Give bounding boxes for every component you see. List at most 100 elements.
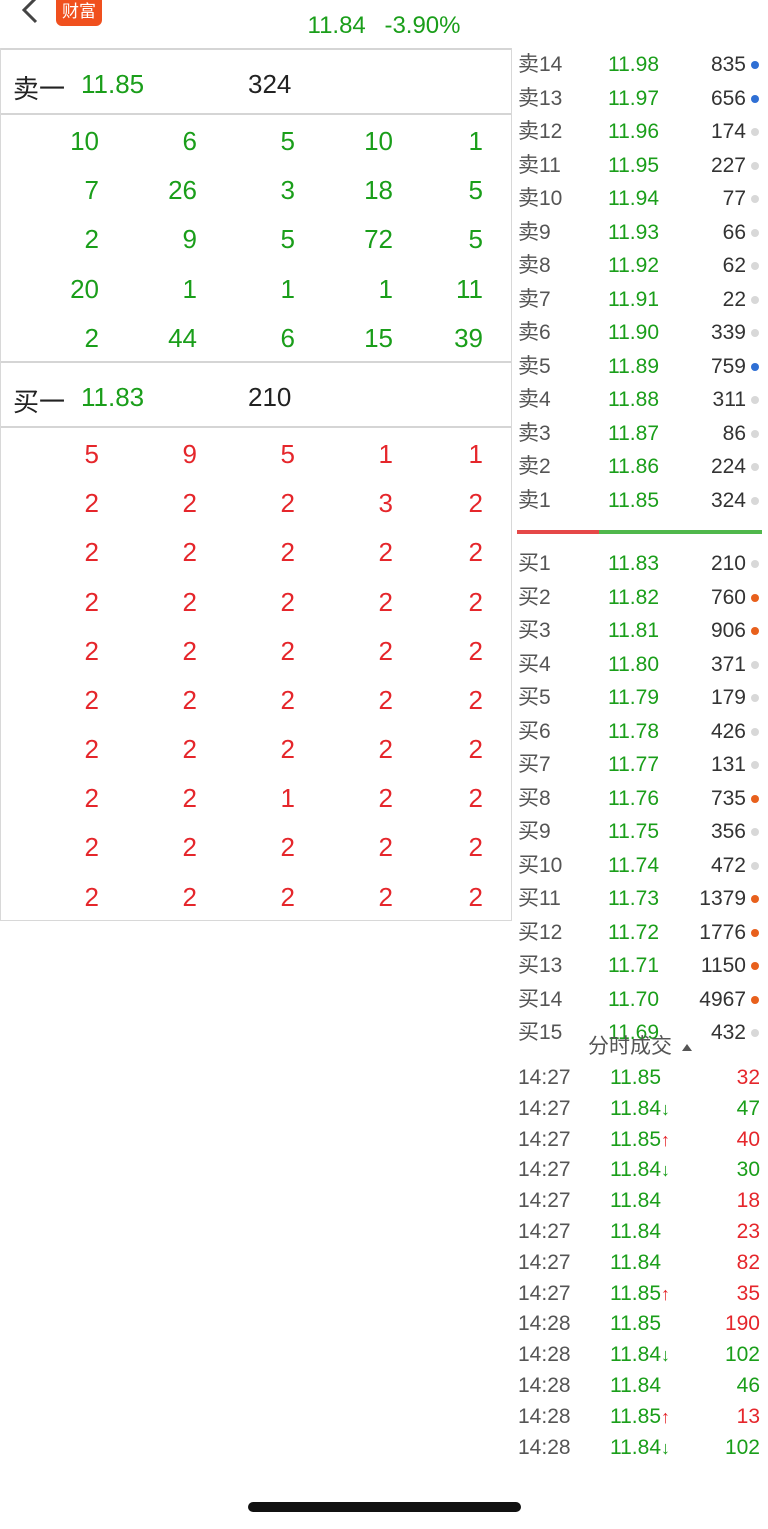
ladder-row[interactable]: 卖5 11.89 759 bbox=[512, 350, 768, 384]
queue-cell: 2 bbox=[280, 734, 295, 765]
ladder-row[interactable]: 卖6 11.90 339 bbox=[512, 316, 768, 350]
ladder-row[interactable]: 卖10 11.94 77 bbox=[512, 182, 768, 216]
status-dot-icon bbox=[751, 195, 759, 203]
ratio-bar-green bbox=[599, 530, 762, 534]
status-dot-icon bbox=[751, 627, 759, 635]
trade-time: 14:28 bbox=[518, 1404, 571, 1428]
queue-cell: 2 bbox=[468, 684, 483, 715]
ladder-volume: 339 bbox=[710, 321, 746, 344]
queue-cell: 2 bbox=[378, 586, 393, 617]
queue-row: 20 1 1 1 11 bbox=[1, 263, 511, 312]
ladder-price: 11.75 bbox=[608, 820, 659, 843]
ladder-row[interactable]: 卖8 11.92 62 bbox=[512, 249, 768, 283]
trade-price: 11.84↓ bbox=[610, 1435, 670, 1459]
ladder-row[interactable]: 买12 11.72 1776 bbox=[512, 916, 768, 950]
ladder-price: 11.76 bbox=[608, 786, 659, 810]
ladder-volume: 356 bbox=[710, 820, 746, 843]
trade-row: 14:27 11.84↓ 47 bbox=[512, 1094, 768, 1125]
ladder-row[interactable]: 卖12 11.96 174 bbox=[512, 115, 768, 149]
ladder-row[interactable]: 卖9 11.93 66 bbox=[512, 216, 768, 250]
ladder-row[interactable]: 卖7 11.91 22 bbox=[512, 283, 768, 317]
buy1-row[interactable]: 买一 11.83 210 bbox=[1, 360, 511, 428]
trade-row: 14:27 11.84 82 bbox=[512, 1248, 768, 1279]
ladder-row[interactable]: 买8 11.76 735 bbox=[512, 782, 768, 816]
ladder-row[interactable]: 卖3 11.87 86 bbox=[512, 417, 768, 451]
ladder-label: 卖10 bbox=[518, 187, 563, 210]
ladder-row[interactable]: 卖1 11.85 324 bbox=[512, 484, 768, 518]
queue-cell: 5 bbox=[468, 175, 483, 206]
queue-cell: 2 bbox=[468, 586, 483, 617]
trade-row: 14:27 11.84 18 bbox=[512, 1186, 768, 1217]
ladder-volume: 131 bbox=[710, 753, 746, 776]
ladder-row[interactable]: 买5 11.79 179 bbox=[512, 681, 768, 715]
ladder-row[interactable]: 买13 11.71 1150 bbox=[512, 949, 768, 983]
queue-cell: 1 bbox=[378, 273, 393, 304]
ladder-row[interactable]: 买9 11.75 356 bbox=[512, 815, 768, 849]
ladder-label: 卖9 bbox=[518, 220, 551, 244]
trade-price: 11.84 bbox=[610, 1250, 661, 1274]
ladder-row[interactable]: 买1 11.83 210 bbox=[512, 547, 768, 581]
queue-row: 2 2 2 2 2 bbox=[1, 821, 511, 870]
trade-price: 11.84↓ bbox=[610, 1096, 670, 1120]
ladder-label: 买12 bbox=[518, 920, 563, 944]
sell-ladder: 卖14 11.98 835 卖13 11.97 656 卖12 11.96 174 卖11 11.9… bbox=[512, 48, 768, 517]
ladder-price: 11.81 bbox=[608, 619, 659, 642]
ladder-row[interactable]: 买14 11.70 4967 bbox=[512, 983, 768, 1017]
ladder-row[interactable]: 买6 11.78 426 bbox=[512, 715, 768, 749]
trade-price: 11.85↑ bbox=[610, 1404, 670, 1428]
trade-time: 14:28 bbox=[518, 1312, 571, 1336]
sell1-row[interactable]: 卖一 11.85 324 bbox=[1, 48, 511, 115]
sell-queue-grid: 10 6 5 10 1 7 26 3 18 5 2 9 5 72 5 20 1 1 1 11 2 44 6 15 39 bbox=[1, 115, 511, 361]
ladder-row[interactable]: 买7 11.77 131 bbox=[512, 748, 768, 782]
queue-cell: 1 bbox=[280, 273, 295, 304]
ladder-label: 卖11 bbox=[518, 153, 561, 177]
ladder-price: 11.71 bbox=[608, 954, 659, 977]
arrow-down-icon: ↓ bbox=[661, 1345, 670, 1366]
ladder-price: 11.92 bbox=[608, 254, 659, 277]
queue-cell: 1 bbox=[280, 783, 295, 814]
price-quote: 11.84 -3.90% bbox=[0, 12, 768, 40]
buy-queue-grid: 5951122232222222222222222222222222222122… bbox=[1, 428, 511, 921]
queue-cell: 26 bbox=[168, 175, 197, 206]
arrow-down-icon: ↓ bbox=[661, 1437, 670, 1458]
queue-cell: 7 bbox=[84, 175, 99, 206]
ladder-row[interactable]: 卖4 11.88 311 bbox=[512, 383, 768, 417]
ladder-row[interactable]: 买10 11.74 472 bbox=[512, 849, 768, 883]
change-percent: -3.90% bbox=[384, 12, 461, 39]
queue-cell: 5 bbox=[280, 126, 295, 156]
queue-row: 2 2 2 3 2 bbox=[1, 477, 511, 526]
queue-cell: 2 bbox=[280, 488, 295, 519]
ladder-label: 买11 bbox=[518, 887, 561, 910]
trade-volume: 30 bbox=[736, 1158, 760, 1182]
trade-time: 14:27 bbox=[518, 1189, 571, 1213]
trade-time: 14:27 bbox=[518, 1281, 571, 1305]
ladder-label: 买6 bbox=[518, 719, 551, 743]
status-dot-icon bbox=[751, 128, 759, 136]
ladder-row[interactable]: 买3 11.81 906 bbox=[512, 614, 768, 648]
ladder-row[interactable]: 卖11 11.95 227 bbox=[512, 149, 768, 183]
ladder-row[interactable]: 买2 11.82 760 bbox=[512, 581, 768, 615]
ladder-row[interactable]: 买11 11.73 1379 bbox=[512, 882, 768, 916]
ladder-volume: 210 bbox=[710, 552, 746, 575]
ladder-volume: 4967 bbox=[699, 987, 746, 1011]
queue-cell: 2 bbox=[182, 783, 197, 814]
home-indicator[interactable] bbox=[248, 1502, 521, 1512]
queue-cell: 6 bbox=[280, 322, 295, 353]
ladder-label: 卖13 bbox=[518, 86, 563, 110]
queue-cell: 72 bbox=[364, 224, 393, 255]
status-dot-icon bbox=[751, 94, 759, 103]
trade-time: 14:28 bbox=[518, 1343, 571, 1367]
ladder-label: 卖6 bbox=[518, 321, 551, 344]
buy1-volume: 210 bbox=[248, 381, 292, 412]
trades-title[interactable]: 分时成交 bbox=[512, 1031, 768, 1063]
ladder-row[interactable]: 卖14 11.98 835 bbox=[512, 48, 768, 82]
sell1-label: 卖一 bbox=[13, 74, 66, 104]
queue-cell: 39 bbox=[454, 322, 483, 353]
status-dot-icon bbox=[751, 496, 759, 505]
queue-cell: 2 bbox=[84, 881, 99, 912]
ladder-price: 11.91 bbox=[608, 287, 659, 311]
ladder-row[interactable]: 买4 11.80 371 bbox=[512, 648, 768, 682]
ladder-row[interactable]: 卖2 11.86 224 bbox=[512, 450, 768, 484]
queue-cell: 2 bbox=[84, 684, 99, 715]
ladder-row[interactable]: 卖13 11.97 656 bbox=[512, 82, 768, 116]
